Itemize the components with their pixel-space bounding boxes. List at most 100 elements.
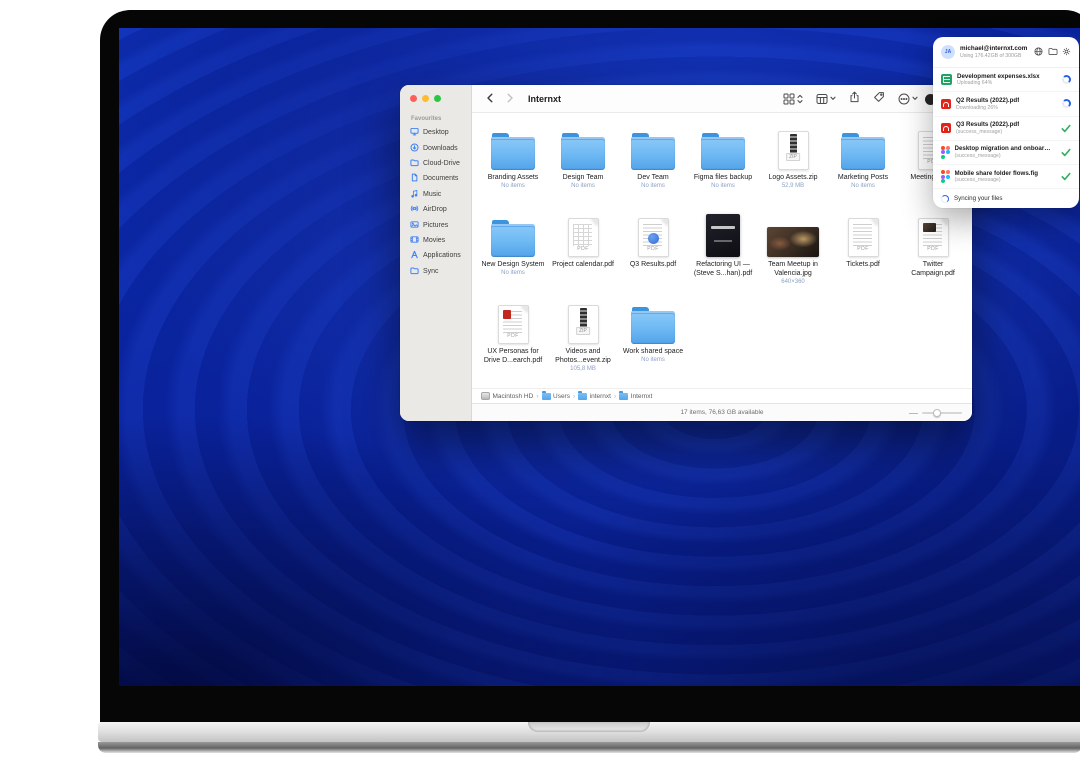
sidebar-item-sync[interactable]: Sync — [410, 264, 471, 279]
figma-file-icon — [941, 170, 950, 183]
finder-toolbar: Internxt — [472, 85, 972, 113]
pdf-file-icon: PDF — [498, 305, 529, 344]
zoom-out-dash — [909, 413, 918, 415]
folder-icon — [619, 393, 628, 400]
sidebar-item-downloads[interactable]: Downloads — [410, 140, 471, 155]
sidebar-item-movies[interactable]: Movies — [410, 233, 471, 248]
file-item[interactable]: ZIP Logo Assets.zip 52,9 MB — [758, 124, 828, 211]
file-item[interactable]: Branding Assets No items — [478, 124, 548, 211]
sidebar-item-pictures[interactable]: Pictures — [410, 217, 471, 232]
excel-file-icon — [941, 74, 952, 85]
folder-icon — [542, 393, 551, 400]
item-count-label: 17 items, 76,63 GB available — [680, 409, 763, 416]
group-by-button[interactable] — [816, 93, 836, 105]
file-item[interactable]: ZIP Videos and Photos...event.zip 105,8 … — [548, 298, 618, 385]
success-check-icon — [1061, 172, 1071, 181]
sort-chevrons-icon — [797, 94, 803, 104]
sync-popup-header: JA michael@internxt.com Using 176.42GB o… — [933, 37, 1079, 68]
book-cover-icon — [706, 214, 740, 257]
open-folder-icon[interactable] — [1048, 43, 1058, 61]
internxt-sync-popup: JA michael@internxt.com Using 176.42GB o… — [933, 37, 1079, 208]
file-item[interactable]: Work shared space No items — [618, 298, 688, 385]
disk-icon — [481, 392, 490, 400]
file-item[interactable]: Refactoring UI — (Steve S...han).pdf — [688, 211, 758, 298]
file-item[interactable]: Marketing Posts No items — [828, 124, 898, 211]
sync-item[interactable]: Mobile share folder flows.fig (success_m… — [933, 165, 1079, 189]
sidebar-item-cloud-drive[interactable]: Cloud-Drive — [410, 156, 471, 171]
file-item[interactable]: Figma files backup No items — [688, 124, 758, 211]
breadcrumb-internxt-home[interactable]: internxt — [578, 393, 611, 400]
movies-icon — [410, 235, 419, 246]
folder-icon — [491, 224, 535, 257]
airdrop-icon — [410, 204, 419, 215]
sync-status-label: Syncing your files — [954, 195, 1003, 202]
avatar: JA — [941, 45, 955, 59]
zip-file-icon: ZIP — [568, 305, 599, 344]
folder-icon — [491, 137, 535, 170]
sidebar-item-airdrop[interactable]: AirDrop — [410, 202, 471, 217]
breadcrumb-macintosh-hd[interactable]: Macintosh HD — [481, 392, 533, 400]
window-title: Internxt — [528, 94, 561, 104]
image-thumbnail — [767, 227, 819, 257]
sync-item[interactable]: Development expenses.xlsx Uploading 64% — [933, 68, 1079, 92]
downloads-icon — [410, 143, 419, 154]
pdf-file-icon — [941, 99, 951, 109]
download-spinner-icon — [1062, 99, 1071, 108]
breadcrumb-users[interactable]: Users — [542, 393, 570, 400]
share-button[interactable] — [849, 90, 860, 108]
laptop-base — [98, 722, 1080, 742]
file-item[interactable]: Team Meetup in Valencia.jpg 640×360 — [758, 211, 828, 298]
sidebar-item-desktop[interactable]: Desktop — [410, 125, 471, 140]
file-grid: Branding Assets No items Design Team No … — [472, 113, 972, 388]
tag-icon[interactable] — [873, 90, 885, 108]
music-note-icon — [410, 189, 419, 200]
sync-status-footer: Syncing your files — [933, 189, 1079, 208]
file-item[interactable]: PDF Q3 Results.pdf — [618, 211, 688, 298]
success-check-icon — [1061, 124, 1071, 133]
sidebar-item-documents[interactable]: Documents — [410, 171, 471, 186]
applications-icon — [410, 250, 419, 261]
file-item[interactable]: Dev Team No items — [618, 124, 688, 211]
breadcrumb-internxt-folder[interactable]: Internxt — [619, 393, 652, 400]
icon-size-slider[interactable] — [922, 412, 962, 414]
sidebar-item-applications[interactable]: Applications — [410, 248, 471, 263]
zip-file-icon: ZIP — [778, 131, 809, 170]
pdf-file-icon: PDF — [568, 218, 599, 257]
sync-item[interactable]: Q2 Results (2022).pdf Downloading 26% — [933, 92, 1079, 116]
file-item[interactable]: Design Team No items — [548, 124, 618, 211]
upload-spinner-icon — [1062, 75, 1071, 84]
zoom-window-button[interactable] — [434, 95, 441, 102]
forward-button[interactable] — [506, 90, 514, 108]
file-item[interactable]: PDF Twitter Campaign.pdf — [898, 211, 968, 298]
window-controls — [410, 95, 471, 102]
folder-icon — [410, 158, 419, 169]
globe-icon[interactable] — [1034, 43, 1043, 61]
pdf-file-icon: PDF — [638, 218, 669, 257]
more-actions-button[interactable] — [898, 93, 918, 105]
finder-sidebar: Favourites Desktop Downloads Cloud-Drive… — [400, 85, 472, 421]
folder-icon — [631, 137, 675, 170]
account-email: michael@internxt.com — [960, 45, 1027, 53]
success-check-icon — [1061, 148, 1071, 157]
close-window-button[interactable] — [410, 95, 417, 102]
icon-view-button[interactable] — [783, 93, 803, 105]
laptop-front-edge — [98, 742, 1080, 753]
sidebar-item-music[interactable]: Music — [410, 187, 471, 202]
minimize-window-button[interactable] — [422, 95, 429, 102]
status-bar: 17 items, 76,63 GB available — [472, 403, 972, 421]
settings-gear-icon[interactable] — [1062, 43, 1071, 61]
folder-icon — [578, 393, 587, 400]
pdf-file-icon: PDF — [848, 218, 879, 257]
finder-window: Favourites Desktop Downloads Cloud-Drive… — [400, 85, 972, 421]
file-item[interactable]: New Design System No items — [478, 211, 548, 298]
file-item[interactable]: PDF UX Personas for Drive D...earch.pdf — [478, 298, 548, 385]
file-item[interactable]: PDF Project calendar.pdf — [548, 211, 618, 298]
file-item[interactable]: PDF Tickets.pdf — [828, 211, 898, 298]
back-button[interactable] — [486, 90, 494, 108]
sync-item[interactable]: Desktop migration and onboardi... (succe… — [933, 141, 1079, 165]
sync-spinner-icon — [941, 195, 949, 203]
sync-item[interactable]: Q3 Results (2022).pdf (success_message) — [933, 117, 1079, 141]
slider-knob[interactable] — [933, 409, 941, 417]
sync-folder-icon — [410, 266, 419, 277]
folder-icon — [561, 137, 605, 170]
